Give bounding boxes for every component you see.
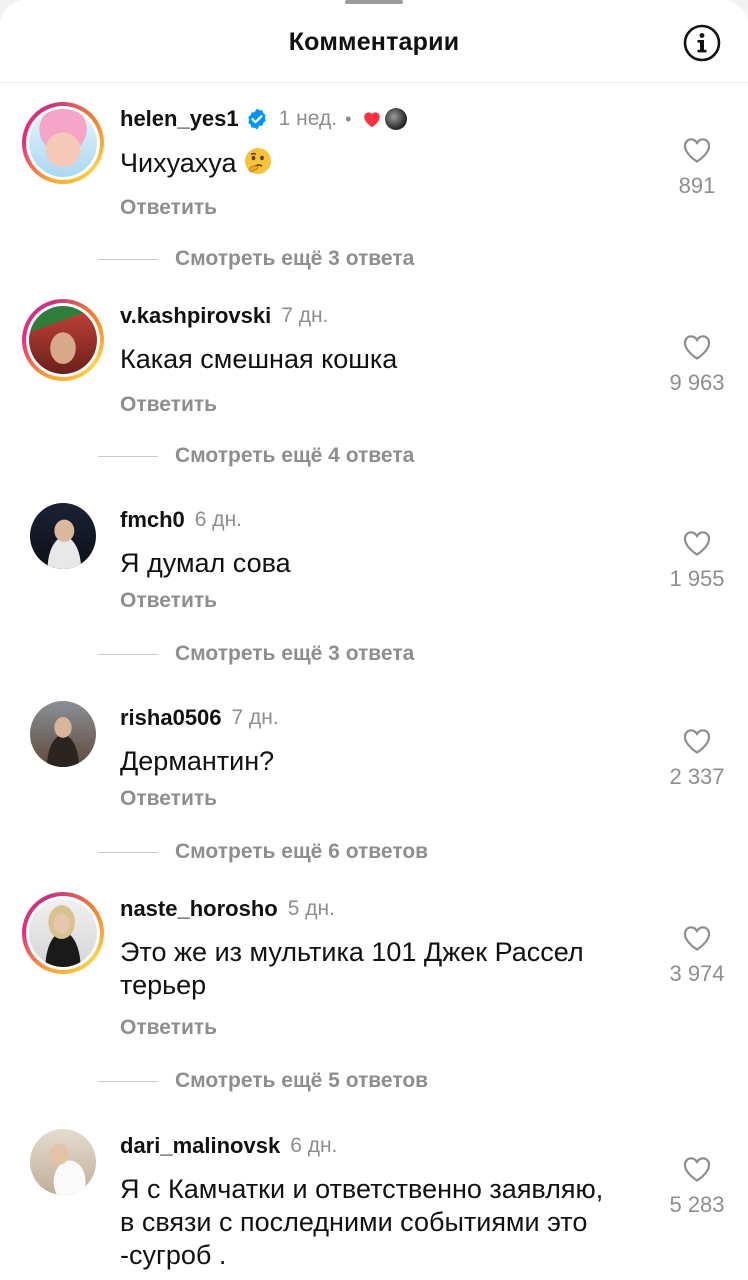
replies-divider	[98, 653, 158, 655]
avatar[interactable]	[22, 892, 104, 974]
comment-time: 6 дн.	[290, 1134, 338, 1157]
comment-meta: dari_malinovsk 6 дн.	[120, 1133, 337, 1163]
replies-divider	[98, 258, 158, 260]
comment-time: 1 нед.	[278, 107, 338, 130]
comment-meta: fmch0 6 дн.	[120, 507, 242, 537]
like-count: 5 283	[669, 1192, 725, 1217]
reply-button[interactable]: Ответить	[120, 196, 217, 220]
replies-divider	[98, 455, 158, 457]
avatar[interactable]	[30, 503, 96, 569]
comment-text: Дермантин?	[120, 746, 275, 776]
comment-text: Я с Камчатки и ответственно заявляю, в с…	[120, 1174, 604, 1270]
sheet-header: Комментарии	[0, 0, 748, 83]
reply-button[interactable]: Ответить	[120, 787, 217, 811]
username[interactable]: dari_malinovsk	[120, 1133, 280, 1158]
reply-button[interactable]: Ответить	[120, 1016, 217, 1040]
comment-text: Это же из мультика 101 Джек Рассел терье…	[120, 937, 584, 1000]
comment-meta: risha0506 7 дн.	[120, 705, 279, 735]
comment-text: Чихуахуа	[120, 146, 640, 180]
username[interactable]: naste_horosho	[120, 896, 278, 921]
like-control: 2 337	[650, 727, 744, 790]
like-control: 1 955	[650, 529, 744, 592]
avatar[interactable]	[22, 299, 104, 381]
like-count: 2 337	[669, 764, 725, 789]
username[interactable]: risha0506	[120, 705, 222, 730]
comment-time: 5 дн.	[287, 897, 335, 920]
heart-outline-icon[interactable]	[682, 727, 712, 755]
replies-divider	[98, 851, 158, 853]
comment-text: Я думал сова	[120, 548, 291, 578]
username[interactable]: v.kashpirovski	[120, 303, 271, 328]
replies-divider	[98, 1080, 158, 1082]
like-control: 5 283	[650, 1155, 744, 1218]
comment-time: 7 дн.	[231, 706, 279, 729]
view-more-replies-button[interactable]: Смотреть ещё 3 ответа	[98, 642, 414, 668]
avatar[interactable]	[30, 1129, 96, 1195]
comment-text: Какая смешная кошка	[120, 344, 398, 374]
comments-sheet: Комментарии helen_yes1 1 нед. • Чихуахуа О…	[0, 0, 748, 1280]
reply-button[interactable]: Ответить	[120, 393, 217, 417]
username[interactable]: helen_yes1	[120, 106, 239, 131]
like-count: 891	[678, 173, 716, 198]
heart-outline-icon[interactable]	[682, 924, 712, 952]
page-title: Комментарии	[288, 28, 460, 56]
like-control: 891	[650, 136, 744, 199]
creator-avatar	[385, 108, 408, 130]
comment-time: 7 дн.	[281, 304, 329, 327]
comment-meta: helen_yes1 1 нед. •	[120, 106, 408, 136]
like-count: 1 955	[669, 566, 725, 591]
heart-outline-icon[interactable]	[682, 136, 712, 164]
like-control: 9 963	[650, 333, 744, 396]
view-more-replies-button[interactable]: Смотреть ещё 3 ответа	[98, 247, 414, 273]
like-control: 3 974	[650, 924, 744, 987]
creator-liked-heart-icon	[364, 112, 381, 128]
heart-outline-icon[interactable]	[682, 333, 712, 361]
reply-button[interactable]: Ответить	[120, 589, 217, 613]
avatar[interactable]	[22, 102, 104, 184]
avatar[interactable]	[30, 701, 96, 767]
separator-dot: •	[345, 108, 352, 129]
view-more-replies-button[interactable]: Смотреть ещё 5 ответов	[98, 1069, 428, 1095]
username[interactable]: fmch0	[120, 507, 185, 532]
heart-outline-icon[interactable]	[682, 1155, 712, 1183]
view-more-replies-button[interactable]: Смотреть ещё 6 ответов	[98, 840, 428, 866]
view-more-replies-button[interactable]: Смотреть ещё 4 ответа	[98, 444, 414, 470]
thinking-face-icon	[244, 148, 271, 174]
like-count: 3 974	[669, 961, 725, 986]
comment-meta: v.kashpirovski 7 дн.	[120, 303, 328, 333]
heart-outline-icon[interactable]	[682, 529, 712, 557]
comment-meta: naste_horosho 5 дн.	[120, 896, 335, 926]
verified-badge-icon	[247, 108, 266, 130]
like-count: 9 963	[669, 370, 725, 395]
info-icon[interactable]	[683, 24, 721, 62]
comment-time: 6 дн.	[194, 508, 242, 531]
